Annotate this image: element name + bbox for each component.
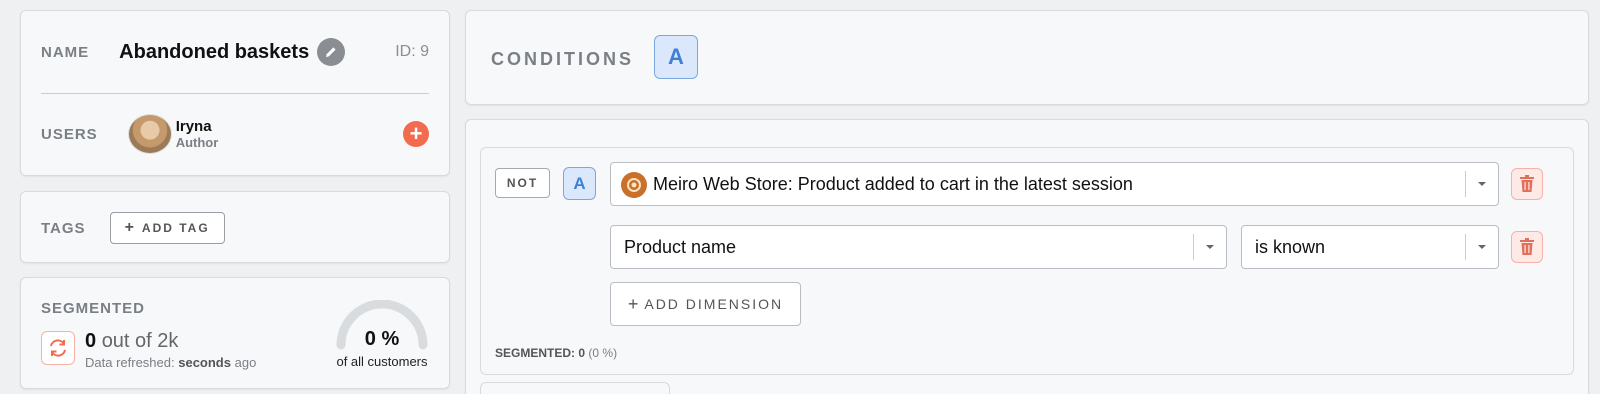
segmented-label: SEGMENTED xyxy=(41,300,146,317)
segmented-card: SEGMENTED 0 out of 2k Data refreshed: se… xyxy=(20,277,450,389)
delete-condition-button[interactable] xyxy=(1511,168,1543,200)
conditions-body-card: NOT A Meiro Web Store: Product added to … xyxy=(465,119,1589,394)
segment-id: ID: 9 xyxy=(395,43,429,60)
conditions-header-card: CONDITIONS A xyxy=(465,10,1589,105)
segment-info-card: NAME Abandoned baskets ID: 9 USERS Iryna… xyxy=(20,10,450,176)
condition-segmented-label: SEGMENTED: xyxy=(495,346,576,360)
edit-name-button[interactable] xyxy=(317,38,346,66)
trash-icon xyxy=(1520,175,1534,192)
add-tag-label: ADD TAG xyxy=(141,221,210,235)
attribute-select-value: Meiro Web Store: Product added to cart i… xyxy=(653,173,1133,194)
users-label: USERS xyxy=(41,125,98,143)
refresh-icon xyxy=(50,339,66,357)
tags-card: TAGS + ADD TAG xyxy=(20,191,450,263)
operator-select[interactable]: is known xyxy=(1241,225,1499,269)
refreshed-line: Data refreshed: seconds ago xyxy=(85,355,256,370)
plus-icon: + xyxy=(124,219,134,236)
user-info: Iryna Author xyxy=(176,118,219,150)
tags-row: TAGS + ADD TAG xyxy=(41,212,225,244)
add-user-button[interactable]: + xyxy=(403,121,429,147)
chevron-down-icon[interactable] xyxy=(1194,243,1226,251)
gauge-caption: of all customers xyxy=(336,354,428,369)
condition-operand-badge[interactable]: A xyxy=(654,35,698,79)
plus-icon: + xyxy=(409,121,423,146)
condition-symbol-badge: A xyxy=(563,167,596,200)
not-toggle-button[interactable]: NOT xyxy=(495,168,550,198)
pencil-icon xyxy=(326,47,336,57)
condition-segmented-count: 0 xyxy=(578,346,586,360)
plus-icon: + xyxy=(627,293,639,314)
tags-label: TAGS xyxy=(41,219,86,237)
trash-icon xyxy=(1520,238,1534,255)
user-role: Author xyxy=(175,135,219,150)
chevron-down-icon[interactable] xyxy=(1466,180,1498,188)
segment-name: Abandoned baskets xyxy=(119,40,310,63)
gauge-percent: 0 % xyxy=(364,328,400,350)
dimension-select[interactable]: Product name xyxy=(610,225,1227,269)
refreshed-prefix: Data refreshed: xyxy=(85,355,175,370)
avatar xyxy=(127,114,172,154)
condition-block: NOT A Meiro Web Store: Product added to … xyxy=(480,147,1574,375)
refreshed-value: seconds xyxy=(178,355,231,370)
next-condition-stub xyxy=(480,382,670,394)
refresh-button[interactable] xyxy=(41,331,75,365)
refreshed-suffix: ago xyxy=(234,355,257,370)
divider xyxy=(41,93,429,94)
count-total: out of 2k xyxy=(101,330,179,352)
conditions-title: CONDITIONS xyxy=(491,49,635,69)
delete-dimension-button[interactable] xyxy=(1511,231,1543,263)
user-name: Iryna xyxy=(175,118,212,135)
store-logo-icon xyxy=(621,172,647,198)
name-label: NAME xyxy=(41,43,90,61)
count-value: 0 xyxy=(85,330,97,352)
add-dimension-label: ADD DIMENSION xyxy=(644,296,784,312)
operator-select-value: is known xyxy=(1255,236,1326,257)
customer-count: 0 out of 2k xyxy=(85,330,178,353)
name-row: NAME Abandoned baskets ID: 9 xyxy=(41,37,429,67)
attribute-select[interactable]: Meiro Web Store: Product added to cart i… xyxy=(610,162,1499,206)
dimension-select-value: Product name xyxy=(624,236,737,257)
chevron-down-icon[interactable] xyxy=(1466,243,1498,251)
percentage-gauge: 0 % of all customers xyxy=(327,299,437,390)
add-tag-button[interactable]: + ADD TAG xyxy=(109,212,225,244)
condition-segmented-pct: (0 %) xyxy=(588,346,618,360)
users-row: USERS Iryna Author + xyxy=(41,114,429,154)
add-dimension-button[interactable]: + ADD DIMENSION xyxy=(610,282,801,326)
condition-segmented: SEGMENTED: 0 (0 %) xyxy=(495,346,617,360)
